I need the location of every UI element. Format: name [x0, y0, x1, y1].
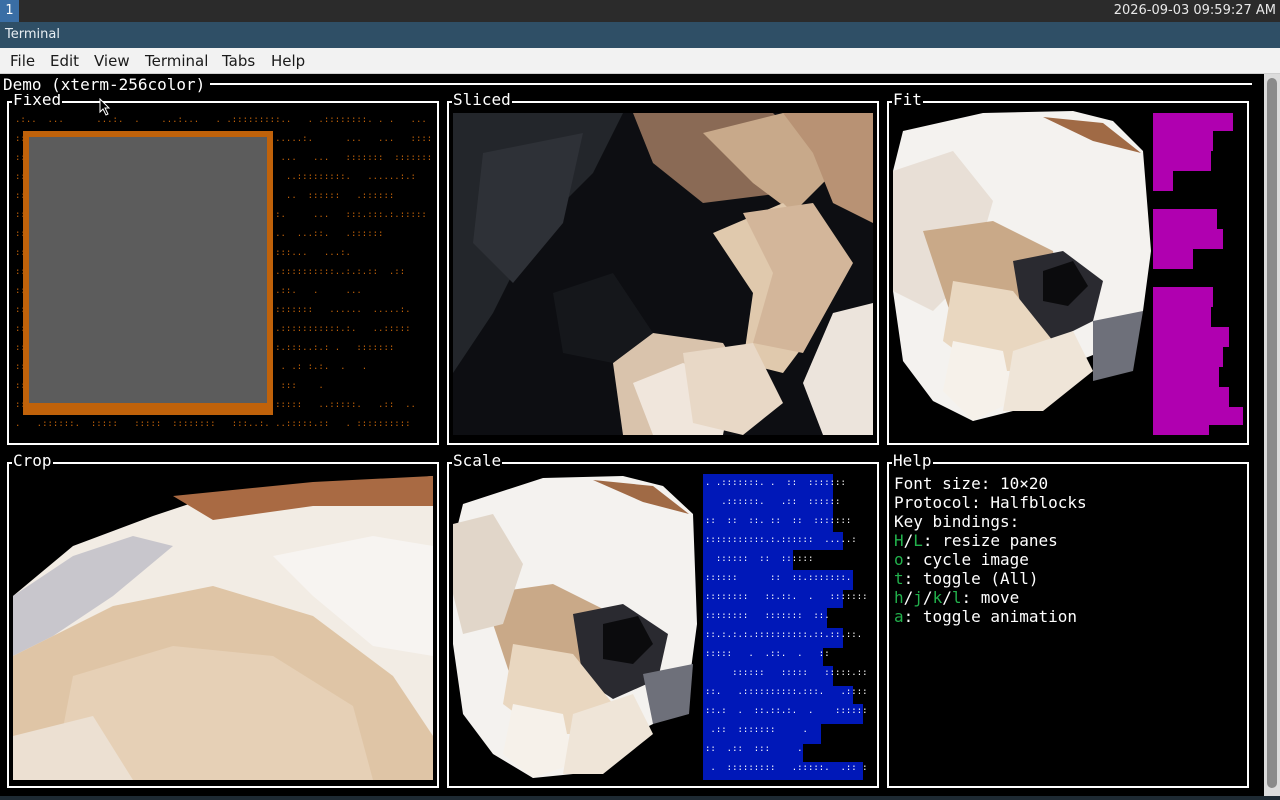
help-font-size: Font size: 10×20	[894, 474, 1049, 493]
terminal-scrollbar[interactable]	[1264, 74, 1280, 796]
scale-dots: . .:::::::. . :: ::::::: .::::::. .:: ::…	[705, 478, 867, 773]
pane-title-fit: Fit	[892, 90, 923, 109]
sliced-image	[453, 113, 873, 435]
menu-tabs[interactable]: Tabs	[222, 48, 255, 74]
key-sep: /	[922, 588, 933, 607]
pane-title-crop: Crop	[12, 451, 53, 470]
mouse-pointer-icon	[99, 98, 111, 116]
binding-text: : toggle (All)	[903, 569, 1039, 588]
crop-image	[13, 476, 433, 780]
fixed-placeholder	[29, 137, 267, 403]
key-sep: /	[903, 531, 914, 550]
menu-view[interactable]: View	[94, 48, 130, 74]
dog-paw-image	[453, 113, 873, 435]
terminal-area[interactable]: Demo (xterm-256color) Fixed .:.. ... ...…	[0, 74, 1264, 796]
menu-edit[interactable]: Edit	[50, 48, 79, 74]
dog-crop-image	[13, 476, 433, 780]
demo-title-rule	[210, 83, 1252, 85]
pane-scale: Scale . .:::::::. . :: ::::::: .::::::. …	[447, 452, 879, 788]
help-key-bindings: Key bindings:	[894, 512, 1020, 531]
dog-curled-image-fit	[893, 111, 1153, 437]
window-bottom-edge	[0, 796, 1280, 800]
binding-move: h/j/k/l: move	[894, 588, 1019, 607]
pane-crop: Crop	[7, 452, 439, 788]
key-H: H	[894, 531, 904, 550]
pane-sliced: Sliced	[447, 91, 879, 445]
key-sep: /	[903, 588, 914, 607]
menu-help[interactable]: Help	[271, 48, 305, 74]
key-h: h	[894, 588, 904, 607]
key-sep: /	[942, 588, 952, 607]
key-a: a	[894, 607, 904, 626]
help-protocol: Protocol: Halfblocks	[894, 493, 1087, 512]
key-o: o	[894, 550, 904, 569]
scrollbar-thumb[interactable]	[1267, 78, 1277, 788]
pane-help: Help Font size: 10×20 Protocol: Halfbloc…	[887, 452, 1249, 788]
binding-cycle-image: o: cycle image	[894, 550, 1029, 569]
binding-toggle-all: t: toggle (All)	[894, 569, 1039, 588]
fit-fill-pattern	[1153, 113, 1245, 435]
binding-text: : toggle animation	[903, 607, 1078, 626]
menu-file[interactable]: File	[10, 48, 35, 74]
binding-text: : move	[961, 588, 1020, 607]
key-L: L	[913, 531, 923, 550]
top-status-bar: 1 2026-09-03 09:59:27 AM	[0, 0, 1280, 22]
menu-terminal[interactable]: Terminal	[145, 48, 208, 74]
fixed-frame	[23, 131, 273, 415]
binding-toggle-animation: a: toggle animation	[894, 607, 1077, 626]
binding-text: : cycle image	[903, 550, 1029, 569]
scale-fill-pattern: . .:::::::. . :: ::::::: .::::::. .:: ::…	[703, 474, 867, 780]
scale-image	[453, 474, 697, 780]
fit-image	[893, 111, 1153, 437]
pane-title-sliced: Sliced	[452, 90, 512, 109]
pane-title-scale: Scale	[452, 451, 503, 470]
pane-fixed: Fixed .:.. ... ...:. . ...:... . .::::::…	[7, 91, 439, 445]
fit-fill-shape	[1153, 113, 1243, 435]
menu-bar: File Edit View Terminal Tabs Help	[0, 48, 1280, 74]
workspace-tag[interactable]: 1	[0, 0, 19, 22]
pane-fit: Fit	[887, 91, 1249, 445]
pane-title-help: Help	[892, 451, 933, 470]
key-j: j	[913, 588, 923, 607]
clock: 2026-09-03 09:59:27 AM	[1113, 3, 1276, 18]
window-title: Terminal	[0, 22, 1280, 48]
key-t: t	[894, 569, 904, 588]
binding-resize-panes: H/L: resize panes	[894, 531, 1058, 550]
key-k: k	[932, 588, 943, 607]
fixed-image-area: .:.. ... ...:. . ...:... . .:::::::::.. …	[13, 111, 433, 437]
binding-text: : resize panes	[922, 531, 1058, 550]
demo-title: Demo (xterm-256color)	[3, 76, 210, 94]
dog-curled-image-scale	[453, 474, 697, 780]
